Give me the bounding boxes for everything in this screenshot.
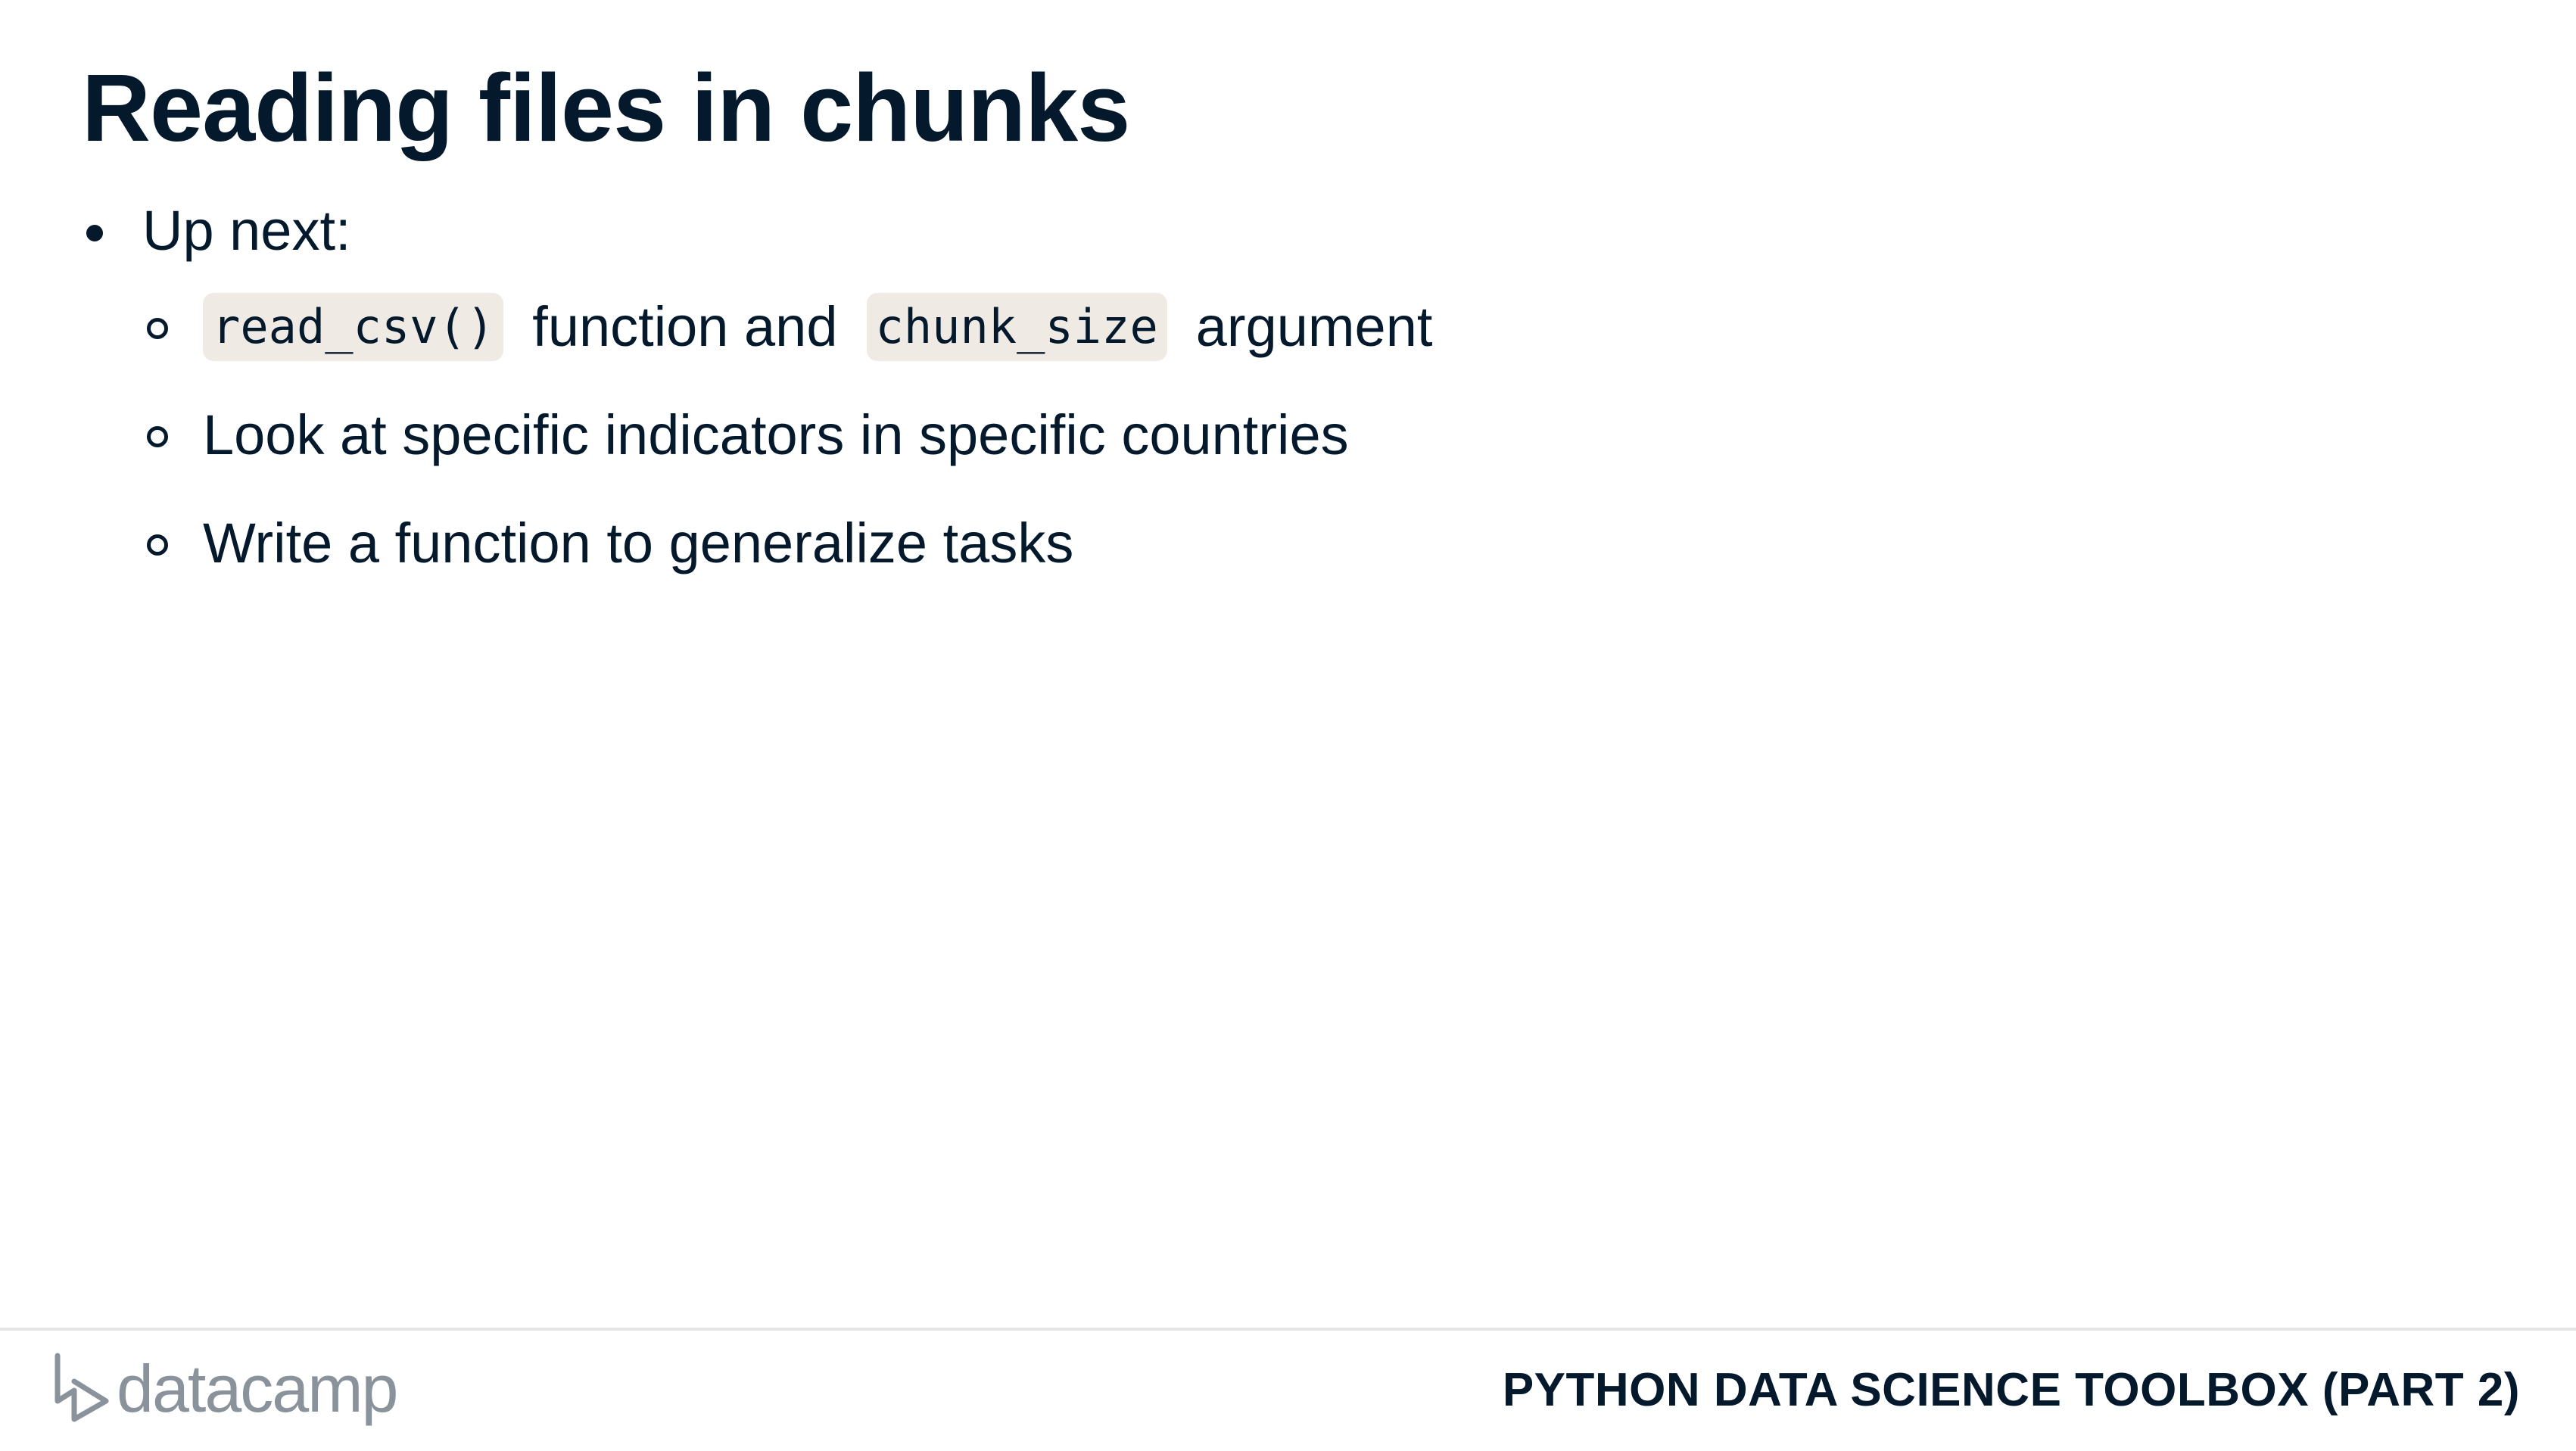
slide-title: Reading files in chunks [82, 54, 1130, 161]
code-chunk-size: chunk_size [866, 292, 1167, 361]
sub-bullet-text: Look at specific indicators in specific … [203, 403, 1349, 466]
sub-bullet-item: Look at specific indicators in specific … [82, 381, 2494, 489]
sub-bullet-circle-icon [147, 425, 168, 447]
footer-divider [0, 1328, 2576, 1331]
sub-bullet-circle-icon [147, 534, 168, 556]
sub-bullet-item: Write a function to generalize tasks [82, 489, 2494, 597]
bullet-list: Up next: read_csv() function and chunk_s… [82, 189, 2494, 597]
code-read-csv: read_csv() [203, 292, 504, 361]
sub-bullet-text: Write a function to generalize tasks [203, 512, 1074, 574]
sub-bullet-text: argument [1195, 295, 1433, 358]
bullet-text: Up next: [142, 199, 351, 262]
course-title: PYTHON DATA SCIENCE TOOLBOX (PART 2) [1502, 1364, 2520, 1416]
bullet-dot-icon [86, 225, 103, 241]
datacamp-logo-icon [55, 1353, 109, 1422]
sub-bullet-circle-icon [147, 317, 168, 339]
sub-bullet-item: read_csv() function and chunk_size argum… [82, 272, 2494, 381]
sub-bullet-text: function and [532, 295, 838, 358]
logo-text: datacamp [117, 1351, 398, 1426]
bullet-item: Up next: [82, 189, 2494, 272]
datacamp-logo: datacamp [51, 1347, 398, 1431]
